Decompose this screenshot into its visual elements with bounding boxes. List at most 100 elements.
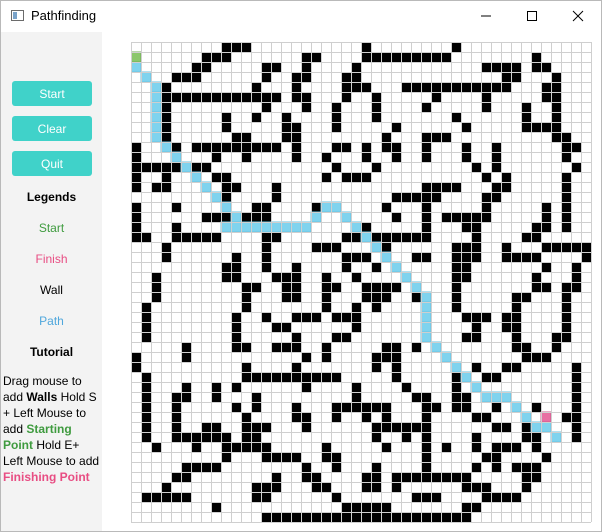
wall-cell[interactable] bbox=[331, 372, 341, 382]
wall-cell[interactable] bbox=[151, 162, 161, 172]
wall-cell[interactable] bbox=[241, 132, 251, 142]
wall-cell[interactable] bbox=[491, 182, 501, 192]
wall-cell[interactable] bbox=[451, 292, 461, 302]
wall-cell[interactable] bbox=[461, 472, 471, 482]
wall-cell[interactable] bbox=[241, 362, 251, 372]
path-cell[interactable] bbox=[370, 241, 382, 253]
wall-cell[interactable] bbox=[231, 322, 241, 332]
wall-cell[interactable] bbox=[341, 82, 351, 92]
wall-cell[interactable] bbox=[361, 482, 371, 492]
wall-cell[interactable] bbox=[231, 332, 241, 342]
wall-cell[interactable] bbox=[541, 352, 551, 362]
wall-cell[interactable] bbox=[531, 432, 541, 442]
wall-cell[interactable] bbox=[541, 212, 551, 222]
wall-cell[interactable] bbox=[131, 202, 141, 212]
wall-cell[interactable] bbox=[211, 462, 221, 472]
wall-cell[interactable] bbox=[271, 512, 281, 522]
path-cell[interactable] bbox=[150, 81, 162, 93]
wall-cell[interactable] bbox=[291, 312, 301, 322]
wall-cell[interactable] bbox=[251, 372, 261, 382]
wall-cell[interactable] bbox=[301, 382, 311, 392]
wall-cell[interactable] bbox=[571, 262, 581, 272]
wall-cell[interactable] bbox=[391, 352, 401, 362]
wall-cell[interactable] bbox=[251, 212, 261, 222]
wall-cell[interactable] bbox=[181, 232, 191, 242]
wall-cell[interactable] bbox=[491, 82, 501, 92]
wall-cell[interactable] bbox=[141, 422, 151, 432]
wall-cell[interactable] bbox=[141, 302, 151, 312]
wall-cell[interactable] bbox=[331, 492, 341, 502]
wall-cell[interactable] bbox=[491, 442, 501, 452]
wall-cell[interactable] bbox=[381, 282, 391, 292]
wall-cell[interactable] bbox=[421, 442, 431, 452]
wall-cell[interactable] bbox=[481, 372, 491, 382]
wall-cell[interactable] bbox=[151, 442, 161, 452]
wall-cell[interactable] bbox=[571, 142, 581, 152]
wall-cell[interactable] bbox=[261, 202, 271, 212]
wall-cell[interactable] bbox=[371, 402, 381, 412]
wall-cell[interactable] bbox=[131, 142, 141, 152]
wall-cell[interactable] bbox=[511, 322, 521, 332]
wall-cell[interactable] bbox=[271, 322, 281, 332]
wall-cell[interactable] bbox=[291, 72, 301, 82]
wall-cell[interactable] bbox=[321, 442, 331, 452]
wall-cell[interactable] bbox=[331, 462, 341, 472]
wall-cell[interactable] bbox=[261, 262, 271, 272]
path-cell[interactable] bbox=[150, 121, 162, 133]
wall-cell[interactable] bbox=[261, 232, 271, 242]
wall-cell[interactable] bbox=[481, 452, 491, 462]
wall-cell[interactable] bbox=[451, 272, 461, 282]
wall-cell[interactable] bbox=[341, 502, 351, 512]
wall-cell[interactable] bbox=[361, 42, 371, 52]
wall-cell[interactable] bbox=[231, 262, 241, 272]
wall-cell[interactable] bbox=[531, 222, 541, 232]
wall-cell[interactable] bbox=[271, 62, 281, 72]
wall-cell[interactable] bbox=[431, 52, 441, 62]
wall-cell[interactable] bbox=[411, 292, 421, 302]
path-cell[interactable] bbox=[230, 211, 242, 223]
wall-cell[interactable] bbox=[351, 232, 361, 242]
wall-cell[interactable] bbox=[221, 432, 231, 442]
wall-cell[interactable] bbox=[361, 152, 371, 162]
wall-cell[interactable] bbox=[311, 242, 321, 252]
wall-cell[interactable] bbox=[491, 422, 501, 432]
wall-cell[interactable] bbox=[561, 172, 571, 182]
wall-cell[interactable] bbox=[411, 392, 421, 402]
wall-cell[interactable] bbox=[471, 242, 481, 252]
wall-cell[interactable] bbox=[371, 112, 381, 122]
wall-cell[interactable] bbox=[471, 162, 481, 172]
wall-cell[interactable] bbox=[161, 122, 171, 132]
wall-cell[interactable] bbox=[421, 222, 431, 232]
wall-cell[interactable] bbox=[571, 382, 581, 392]
wall-cell[interactable] bbox=[161, 112, 171, 122]
wall-cell[interactable] bbox=[141, 412, 151, 422]
quit-button[interactable]: Quit bbox=[12, 151, 92, 176]
wall-cell[interactable] bbox=[351, 252, 361, 262]
wall-cell[interactable] bbox=[261, 482, 271, 492]
wall-cell[interactable] bbox=[201, 162, 211, 172]
wall-cell[interactable] bbox=[261, 102, 271, 112]
wall-cell[interactable] bbox=[271, 192, 281, 202]
path-cell[interactable] bbox=[330, 201, 342, 213]
path-cell[interactable] bbox=[210, 191, 222, 203]
wall-cell[interactable] bbox=[481, 192, 491, 202]
wall-cell[interactable] bbox=[371, 262, 381, 272]
wall-cell[interactable] bbox=[421, 392, 431, 402]
wall-cell[interactable] bbox=[421, 422, 431, 432]
wall-cell[interactable] bbox=[511, 312, 521, 322]
wall-cell[interactable] bbox=[261, 512, 271, 522]
wall-cell[interactable] bbox=[541, 242, 551, 252]
wall-cell[interactable] bbox=[441, 442, 451, 452]
wall-cell[interactable] bbox=[421, 472, 431, 482]
wall-cell[interactable] bbox=[451, 372, 461, 382]
wall-cell[interactable] bbox=[221, 172, 231, 182]
wall-cell[interactable] bbox=[251, 82, 261, 92]
wall-cell[interactable] bbox=[251, 442, 261, 452]
path-cell[interactable] bbox=[230, 221, 242, 233]
wall-cell[interactable] bbox=[221, 272, 231, 282]
wall-cell[interactable] bbox=[311, 372, 321, 382]
wall-cell[interactable] bbox=[501, 312, 511, 322]
path-cell[interactable] bbox=[150, 91, 162, 103]
path-cell[interactable] bbox=[340, 211, 352, 223]
wall-cell[interactable] bbox=[521, 432, 531, 442]
